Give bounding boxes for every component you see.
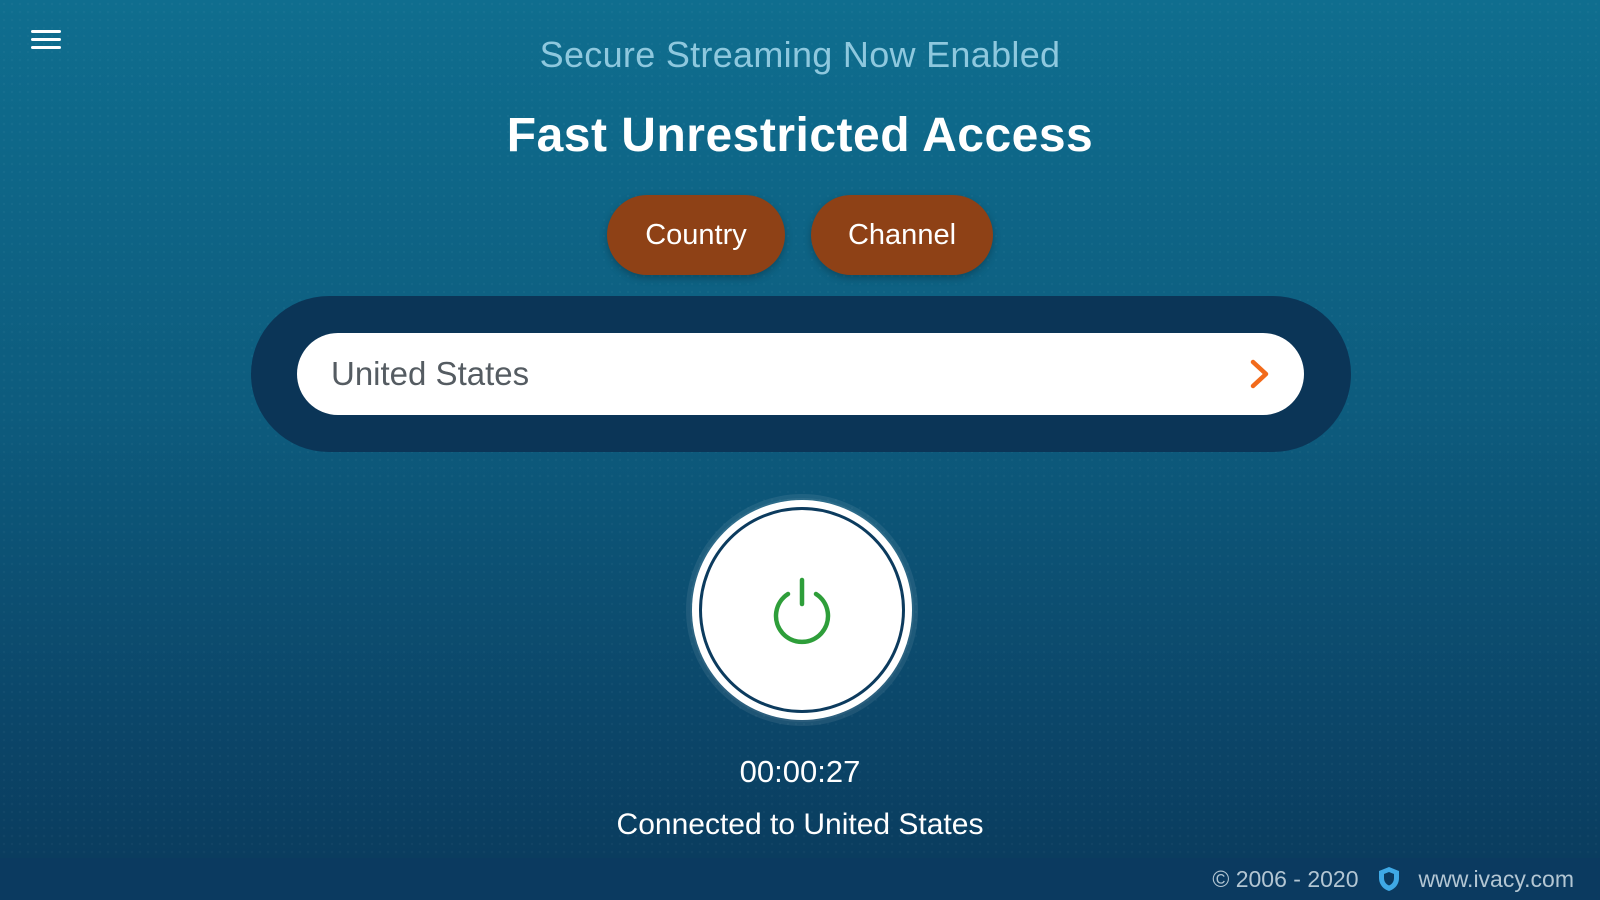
footer-bar: © 2006 - 2020 www.ivacy.com	[0, 858, 1600, 900]
page-subtitle: Secure Streaming Now Enabled	[539, 34, 1061, 75]
selection-tabs: Country Channel	[0, 195, 1600, 275]
location-selector[interactable]: United States	[297, 333, 1304, 415]
connect-power-button[interactable]	[692, 500, 912, 720]
connection-timer: 00:00:27	[739, 754, 861, 789]
page-title: Fast Unrestricted Access	[506, 109, 1094, 162]
power-icon	[773, 577, 831, 645]
connection-status: Connected to United States	[616, 808, 984, 841]
location-selector-value: United States	[331, 355, 530, 392]
chevron-right-icon[interactable]	[1244, 354, 1274, 394]
menu-line	[31, 30, 61, 33]
copyright-text: © 2006 - 2020	[1212, 865, 1359, 892]
tab-channel[interactable]: Channel	[811, 195, 993, 275]
tab-country[interactable]: Country	[607, 195, 785, 275]
website-link[interactable]: www.ivacy.com	[1419, 866, 1575, 893]
shield-icon	[1378, 867, 1399, 891]
vpn-app-window: Secure Streaming Now Enabled Fast Unrest…	[0, 0, 1600, 900]
